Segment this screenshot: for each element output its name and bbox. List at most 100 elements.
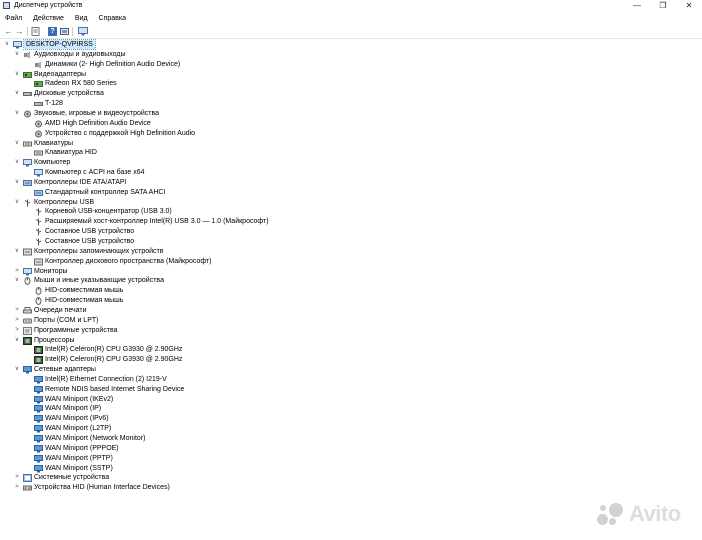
network-adapter-icon (34, 385, 43, 394)
tree-node-label: Видеоадаптеры (34, 70, 87, 78)
menu-bar: Файл Действие Вид Справка (0, 13, 702, 24)
tree-node[interactable]: Устройство с поддержкой High Definition … (0, 129, 690, 138)
tree-node-label: DESKTOP-QVPIRSS (23, 39, 96, 50)
tree-node[interactable]: > Мониторы (0, 267, 690, 276)
tree-node[interactable]: Составное USB устройство (0, 227, 690, 236)
device-tree: ∨ DESKTOP-QVPIRSS ∨ Аудиовходы и аудиовыход… (0, 39, 702, 540)
properties-icon[interactable] (31, 27, 40, 36)
update-driver-icon[interactable] (60, 27, 69, 36)
storage-controller-icon (23, 248, 32, 256)
collapse-chevron-icon[interactable]: ∨ (14, 178, 20, 187)
tree-node-label: Устройство с поддержкой High Definition … (45, 129, 196, 137)
tree-node[interactable]: Стандартный контроллер SATA AHCI (0, 188, 690, 197)
tree-node-label: AMD High Definition Audio Device (45, 119, 151, 127)
tree-node[interactable]: WAN Miniport (PPTP) (0, 454, 690, 463)
monitor-icon[interactable] (78, 27, 88, 36)
tree-node[interactable]: Intel(R) Celeron(R) CPU G3930 @ 2.90GHz (0, 345, 690, 355)
tree-node[interactable]: Компьютер с ACPI на базе x64 (0, 168, 690, 177)
tree-node[interactable]: Корневой USB-концентратор (USB 3.0) (0, 207, 690, 216)
network-adapter-icon (34, 405, 43, 413)
tree-node[interactable]: AMD High Definition Audio Device (0, 119, 690, 128)
tree-node[interactable]: Расширяемый хост-контроллер Intel(R) USB… (0, 217, 690, 226)
tree-node[interactable]: > Порты (COM и LPT) (0, 316, 690, 325)
tree-node[interactable]: > Системные устройства (0, 473, 690, 483)
expand-chevron-icon[interactable]: > (14, 483, 20, 492)
maximize-button[interactable]: ❐ (651, 0, 675, 12)
tree-node[interactable]: > Программные устройства (0, 326, 690, 335)
collapse-chevron-icon[interactable]: ∨ (14, 109, 20, 118)
collapse-chevron-icon[interactable]: ∨ (14, 365, 20, 374)
tree-node[interactable]: Динамики (2- High Definition Audio Devic… (0, 60, 690, 69)
tree-node[interactable]: T-128 (0, 99, 690, 108)
tree-node[interactable]: ∨ Контроллеры IDE ATA/ATAPI (0, 178, 690, 187)
tree-node[interactable]: ∨ Контроллеры запоминающих устройств (0, 247, 690, 256)
tree-node-label: WAN Miniport (IP) (45, 405, 102, 413)
tree-node[interactable]: ∨ Процессоры (0, 336, 690, 345)
mouse-icon (34, 297, 43, 306)
tree-node[interactable]: Контроллер дискового пространства (Майкр… (0, 257, 690, 266)
close-button[interactable]: ✕ (677, 0, 701, 12)
tree-node[interactable]: Составное USB устройство (0, 237, 690, 246)
collapse-chevron-icon[interactable]: ∨ (14, 70, 20, 79)
network-adapter-icon (34, 415, 43, 423)
tree-node[interactable]: ∨ Мыши и иные указывающие устройства (0, 276, 690, 286)
tree-node[interactable]: ∨ Компьютер (0, 158, 690, 167)
tree-node[interactable]: ∨ Клавиатуры (0, 139, 690, 148)
expand-chevron-icon[interactable]: > (14, 473, 20, 482)
tree-node[interactable]: ∨ DESKTOP-QVPIRSS (0, 39, 690, 50)
tree-node[interactable]: Radeon RX 580 Series (0, 79, 690, 88)
tree-node[interactable]: WAN Miniport (IKEv2) (0, 395, 690, 404)
tree-node[interactable]: > Очереди печати (0, 306, 690, 315)
collapse-chevron-icon[interactable]: ∨ (14, 247, 20, 256)
expand-chevron-icon[interactable]: > (14, 326, 20, 335)
tree-node[interactable]: WAN Miniport (IPv6) (0, 414, 690, 423)
monitor-icon (23, 267, 32, 276)
menu-view[interactable]: Вид (75, 13, 88, 24)
tree-node[interactable]: WAN Miniport (L2TP) (0, 424, 690, 433)
menu-help[interactable]: Справка (99, 13, 126, 24)
collapse-chevron-icon[interactable]: ∨ (4, 40, 10, 49)
back-arrow-icon[interactable]: ← (4, 27, 13, 36)
menu-file[interactable]: Файл (5, 13, 22, 24)
tree-node[interactable]: HID-совместимая мышь (0, 296, 690, 306)
collapse-chevron-icon[interactable]: ∨ (14, 158, 20, 167)
collapse-chevron-icon[interactable]: ∨ (14, 50, 20, 59)
menu-action[interactable]: Действие (33, 13, 64, 24)
tree-node[interactable]: WAN Miniport (SSTP) (0, 464, 690, 473)
tree-node[interactable]: WAN Miniport (IP) (0, 404, 690, 413)
tree-node[interactable]: ∨ Сетевые адаптеры (0, 365, 690, 374)
tree-node-label: Аудиовходы и аудиовыходы (34, 50, 126, 58)
forward-arrow-icon[interactable]: → (15, 27, 24, 36)
minimize-button[interactable]: — (625, 0, 649, 12)
collapse-chevron-icon[interactable]: ∨ (14, 89, 20, 98)
tree-node-label: Контроллеры USB (34, 198, 94, 206)
tree-node[interactable]: Intel(R) Ethernet Connection (2) I219-V (0, 375, 690, 384)
tree-node-label: Компьютер с ACPI на базе x64 (45, 169, 145, 177)
tree-node[interactable]: Клавиатура HID (0, 148, 690, 157)
help-icon[interactable]: ? (48, 27, 57, 36)
expand-chevron-icon[interactable]: > (14, 316, 20, 325)
tree-node[interactable]: Intel(R) Celeron(R) CPU G3930 @ 2.90GHz (0, 355, 690, 365)
tree-node[interactable]: Remote NDIS based Internet Sharing Devic… (0, 385, 690, 394)
expand-chevron-icon[interactable]: > (14, 267, 20, 276)
tree-node[interactable]: ∨ Контроллеры USB (0, 198, 690, 207)
collapse-chevron-icon[interactable]: ∨ (14, 198, 20, 207)
tree-node[interactable]: > Устройства HID (Human Interface Devices… (0, 483, 690, 492)
tree-node-label: Мониторы (34, 267, 68, 275)
tree-node[interactable]: ∨ Аудиовходы и аудиовыходы (0, 50, 690, 59)
tree-node[interactable]: HID-совместимая мышь (0, 286, 690, 296)
tree-node[interactable]: WAN Miniport (PPPOE) (0, 444, 690, 453)
tree-node[interactable]: ∨ Звуковые, игровые и видеоустройства (0, 109, 690, 118)
collapse-chevron-icon[interactable]: ∨ (14, 276, 20, 285)
tree-node[interactable]: ∨ Видеоадаптеры (0, 70, 690, 79)
storage-controller-icon (34, 258, 43, 266)
collapse-chevron-icon[interactable]: ∨ (14, 336, 20, 345)
collapse-chevron-icon[interactable]: ∨ (14, 139, 20, 148)
tree-node[interactable]: ∨ Дисковые устройства (0, 89, 690, 98)
tree-node-label: Клавиатуры (34, 139, 74, 147)
tree-node[interactable]: WAN Miniport (Network Monitor) (0, 434, 690, 443)
window-title: Диспетчер устройств (14, 2, 83, 9)
hid-icon (23, 484, 32, 491)
expand-chevron-icon[interactable]: > (14, 306, 20, 315)
network-adapter-icon (34, 395, 43, 404)
